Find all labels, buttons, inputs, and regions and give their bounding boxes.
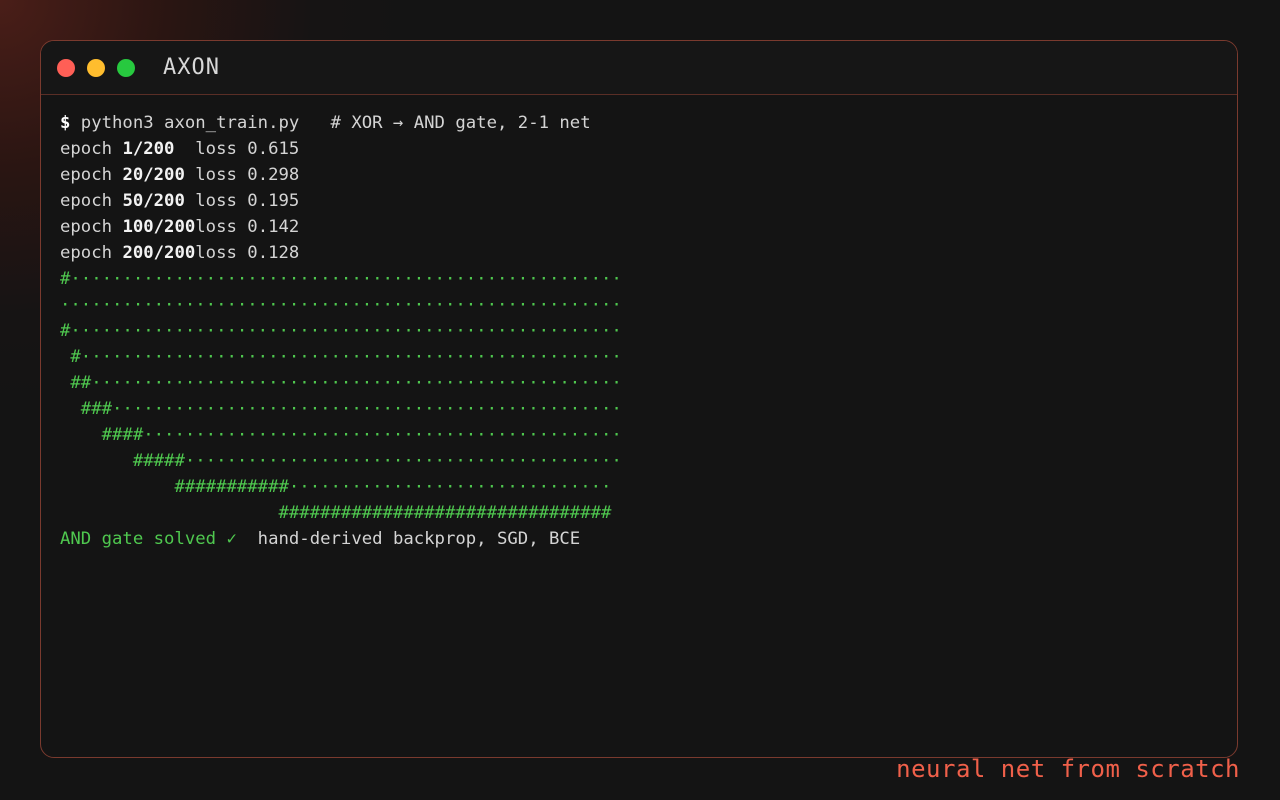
close-button[interactable]: [57, 58, 75, 77]
epoch-number: 100/200: [122, 217, 196, 237]
plot-line: ········································…: [60, 295, 622, 315]
epoch-line: epoch 200/200loss 0.128: [60, 240, 1237, 266]
epoch-label: epoch: [60, 191, 123, 211]
tagline: neural net from scratch: [896, 755, 1240, 783]
epoch-number: 200/200: [122, 243, 196, 263]
epoch-number: 50/200: [122, 191, 185, 211]
command-text: python3 axon_train.py # XOR → AND gate, …: [70, 113, 591, 133]
plot-line: #####···································…: [60, 451, 622, 471]
plot-line: #·······································…: [60, 347, 622, 367]
result-status: AND gate solved ✓: [60, 529, 237, 549]
epoch-line: epoch 1/200 loss 0.615: [60, 136, 1237, 162]
prompt-symbol: $: [60, 113, 71, 133]
plot-line: ################################: [60, 503, 612, 523]
result-line: AND gate solved ✓ hand-derived backprop,…: [60, 526, 1237, 552]
plot-line: ###########·····························…: [60, 477, 612, 497]
plot-line: #·······································…: [60, 321, 622, 341]
epoch-label: epoch: [60, 217, 123, 237]
plot-line: #·······································…: [60, 269, 622, 289]
epoch-label: epoch: [60, 243, 123, 263]
epoch-loss: loss 0.195: [184, 191, 300, 211]
minimize-button[interactable]: [87, 58, 105, 77]
epoch-label: epoch: [60, 165, 123, 185]
maximize-button[interactable]: [117, 58, 135, 77]
epoch-number: 1/200: [122, 139, 175, 159]
title-bar: AXON: [41, 41, 1237, 95]
epoch-loss: loss 0.615: [174, 139, 300, 159]
epoch-line: epoch 100/200loss 0.142: [60, 214, 1237, 240]
epoch-line: epoch 50/200 loss 0.195: [60, 188, 1237, 214]
result-detail: hand-derived backprop, SGD, BCE: [236, 529, 581, 549]
terminal-output[interactable]: $ python3 axon_train.py # XOR → AND gate…: [41, 95, 1237, 552]
epoch-line: epoch 20/200 loss 0.298: [60, 162, 1237, 188]
command-line: $ python3 axon_train.py # XOR → AND gate…: [60, 110, 1237, 136]
terminal-window: AXON $ python3 axon_train.py # XOR → AND…: [40, 40, 1238, 758]
epoch-loss: loss 0.142: [195, 217, 300, 237]
epoch-loss: loss 0.298: [184, 165, 300, 185]
window-title: AXON: [163, 55, 220, 80]
epoch-loss: loss 0.128: [195, 243, 300, 263]
plot-line: ####····································…: [60, 425, 622, 445]
plot-line: ##······································…: [60, 373, 622, 393]
plot-line: ###·····································…: [60, 399, 622, 419]
epoch-label: epoch: [60, 139, 123, 159]
epoch-number: 20/200: [122, 165, 185, 185]
